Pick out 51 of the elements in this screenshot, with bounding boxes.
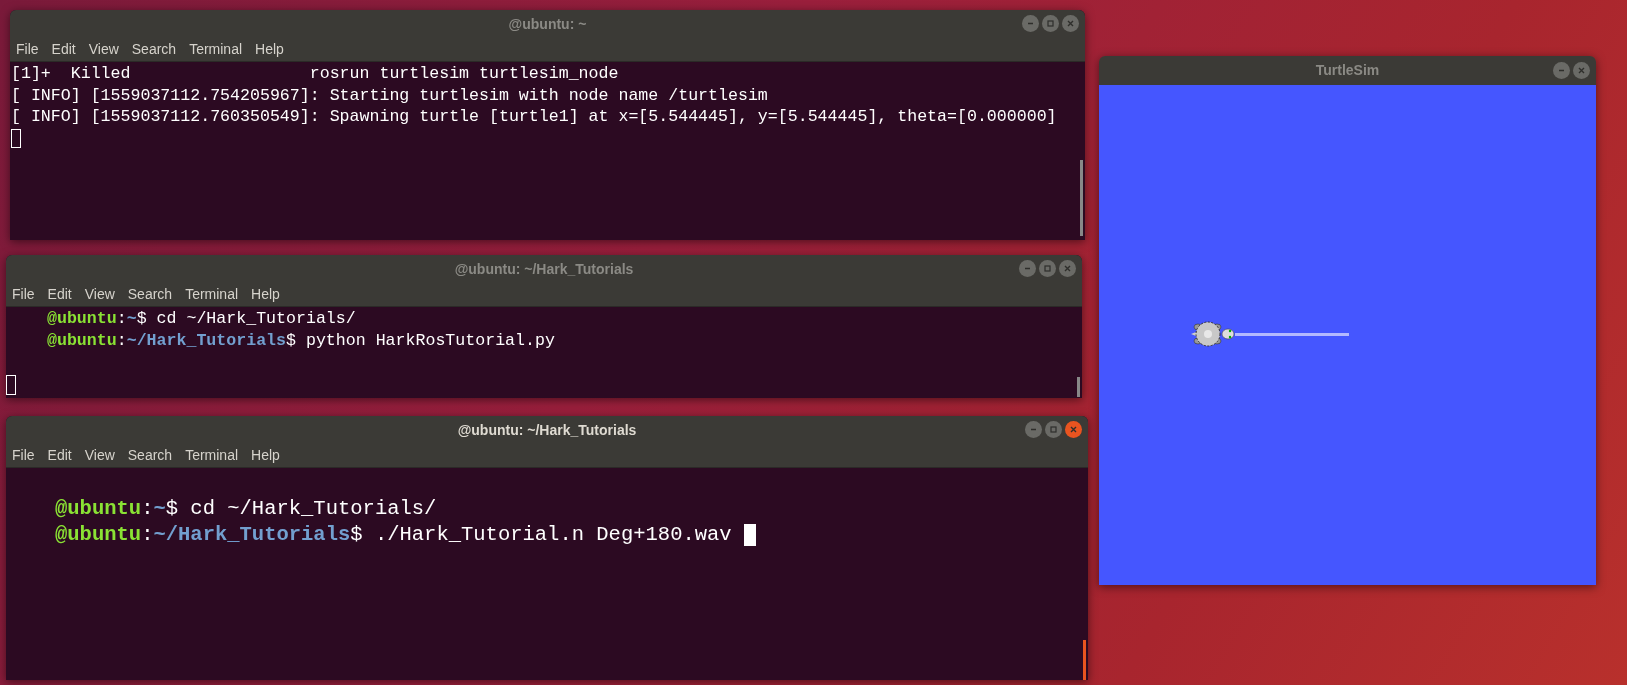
text-cursor xyxy=(11,128,21,148)
close-button[interactable] xyxy=(1065,421,1082,438)
window-title: TurtleSim xyxy=(1315,61,1380,80)
prompt-line: @ubuntu:~$ cd ~/Hark_Tutorials/ xyxy=(55,496,437,522)
turtle-icon xyxy=(1191,321,1235,347)
menu-item[interactable]: View xyxy=(88,39,119,60)
maximize-icon xyxy=(1045,18,1056,29)
maximize-icon xyxy=(1048,424,1059,435)
window-title: @ubuntu: ~/Hark_Tutorials xyxy=(454,259,634,279)
menu-item[interactable]: Terminal xyxy=(185,445,239,466)
menu-item[interactable]: Help xyxy=(251,284,280,305)
close-button[interactable] xyxy=(1062,15,1079,32)
prompt-line: @ubuntu:~/Hark_Tutorials$ ./Hark_Tutorial.n Deg+180.wav xyxy=(55,522,733,548)
maximize-button[interactable] xyxy=(1045,421,1062,438)
menu-item[interactable]: Terminal xyxy=(189,39,243,60)
terminal-output-line: [1]+ Killed rosrun turtlesim turtlesim_node xyxy=(11,63,619,85)
menu-item[interactable]: File xyxy=(12,284,35,305)
window-title: @ubuntu: ~ xyxy=(508,14,587,34)
minimize-button[interactable] xyxy=(1019,260,1036,277)
minimize-button[interactable] xyxy=(1553,62,1570,79)
menu-item[interactable]: Search xyxy=(127,445,173,466)
maximize-button[interactable] xyxy=(1042,15,1059,32)
close-button[interactable] xyxy=(1059,260,1076,277)
menu-item[interactable]: View xyxy=(84,284,115,305)
menu-item[interactable]: File xyxy=(12,445,35,466)
menu-item[interactable]: Help xyxy=(251,445,280,466)
close-icon xyxy=(1576,65,1587,76)
text-cursor xyxy=(6,375,16,395)
menu-item[interactable]: Help xyxy=(255,39,284,60)
close-icon xyxy=(1062,263,1073,274)
terminal-output-line: [ INFO] [1559037112.760350549]: Spawning turtle [turtle1] at x=[5.544445], y=[5.544445], theta=[0.000000] xyxy=(11,106,1057,128)
maximize-button[interactable] xyxy=(1039,260,1056,277)
close-icon xyxy=(1068,424,1079,435)
menu-item[interactable]: View xyxy=(84,445,115,466)
menu-item[interactable]: Search xyxy=(127,284,173,305)
menu-item[interactable]: Edit xyxy=(47,445,72,466)
maximize-icon xyxy=(1042,263,1053,274)
menu-item[interactable]: Search xyxy=(131,39,177,60)
menu-item[interactable]: File xyxy=(16,39,39,60)
minimize-button[interactable] xyxy=(1022,15,1039,32)
close-button[interactable] xyxy=(1573,62,1590,79)
close-icon xyxy=(1065,18,1076,29)
menu-item[interactable]: Edit xyxy=(47,284,72,305)
minimize-button[interactable] xyxy=(1025,421,1042,438)
window-title: @ubuntu: ~/Hark_Tutorials xyxy=(457,420,637,440)
menu-item[interactable]: Edit xyxy=(51,39,76,60)
scrollbar xyxy=(1077,377,1080,397)
menu-item[interactable]: Terminal xyxy=(185,284,239,305)
prompt-line: @ubuntu:~/Hark_Tutorials$ python HarkRosTutorial.py xyxy=(47,330,555,352)
terminal-output-line: [ INFO] [1559037112.754205967]: Starting turtlesim with node name /turtlesim xyxy=(11,84,768,106)
prompt-line: @ubuntu:~$ cd ~/Hark_Tutorials/ xyxy=(47,308,356,330)
